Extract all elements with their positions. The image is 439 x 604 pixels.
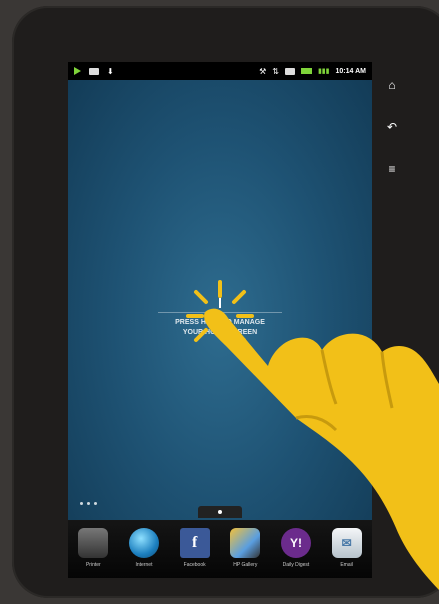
- yahoo-icon: Y!: [280, 528, 311, 558]
- wifi-icon: ⇅: [272, 66, 279, 76]
- side-buttons: ⌂ ↶ ≡: [382, 78, 402, 176]
- dock-item-email[interactable]: ✉ Email: [323, 528, 371, 578]
- sd-card-icon: [284, 67, 295, 75]
- dock-label: Printer: [85, 562, 101, 568]
- facebook-icon: f: [179, 528, 210, 558]
- dock-item-printer[interactable]: Printer: [69, 528, 117, 578]
- page-dot: [80, 502, 83, 505]
- message-icon: [89, 67, 99, 75]
- status-time: 10:14 AM: [335, 67, 366, 75]
- battery-icon: [300, 68, 312, 74]
- home-button[interactable]: ⌂: [388, 78, 395, 92]
- page-dot: [87, 502, 90, 505]
- home-screen[interactable]: PRESS HERE TO MANAGE YOUR HOME SCREEN: [68, 80, 372, 520]
- dock-item-facebook[interactable]: f Facebook: [171, 528, 219, 578]
- page-dot: [94, 502, 97, 505]
- dock-label: HP Gallery: [233, 562, 258, 568]
- menu-button[interactable]: ≡: [388, 162, 395, 176]
- gallery-icon: [230, 528, 261, 558]
- globe-icon: [128, 528, 159, 558]
- status-bar: ⬇ ⚒ ⇅ ▮▮▮ 10:14 AM: [68, 62, 372, 80]
- signal-icon: ▮▮▮: [317, 68, 330, 75]
- dock-label: Daily Digest: [282, 562, 310, 568]
- dock-label: Email: [340, 562, 353, 568]
- back-button[interactable]: ↶: [387, 120, 397, 134]
- press-burst-icon: [186, 280, 254, 342]
- app-drawer-handle[interactable]: [198, 506, 242, 518]
- screen: ⬇ ⚒ ⇅ ▮▮▮ 10:14 AM PRESS HERE TO MANAGE …: [68, 62, 372, 578]
- dock-label: Facebook: [183, 562, 206, 568]
- play-icon: [74, 67, 81, 75]
- tablet-frame: ⬇ ⚒ ⇅ ▮▮▮ 10:14 AM PRESS HERE TO MANAGE …: [12, 6, 439, 598]
- printer-icon: [78, 528, 109, 558]
- dock: Printer Internet f Facebook HP Gallery Y…: [68, 520, 372, 578]
- email-icon: ✉: [331, 528, 362, 558]
- download-icon: ⬇: [107, 66, 114, 76]
- page-indicator: [80, 502, 97, 505]
- dock-item-internet[interactable]: Internet: [120, 528, 168, 578]
- drawer-dot-icon: [218, 510, 222, 514]
- dock-item-daily-digest[interactable]: Y! Daily Digest: [272, 528, 320, 578]
- dock-item-hp-gallery[interactable]: HP Gallery: [221, 528, 269, 578]
- usb-icon: ⚒: [259, 66, 267, 76]
- dock-label: Internet: [135, 562, 153, 568]
